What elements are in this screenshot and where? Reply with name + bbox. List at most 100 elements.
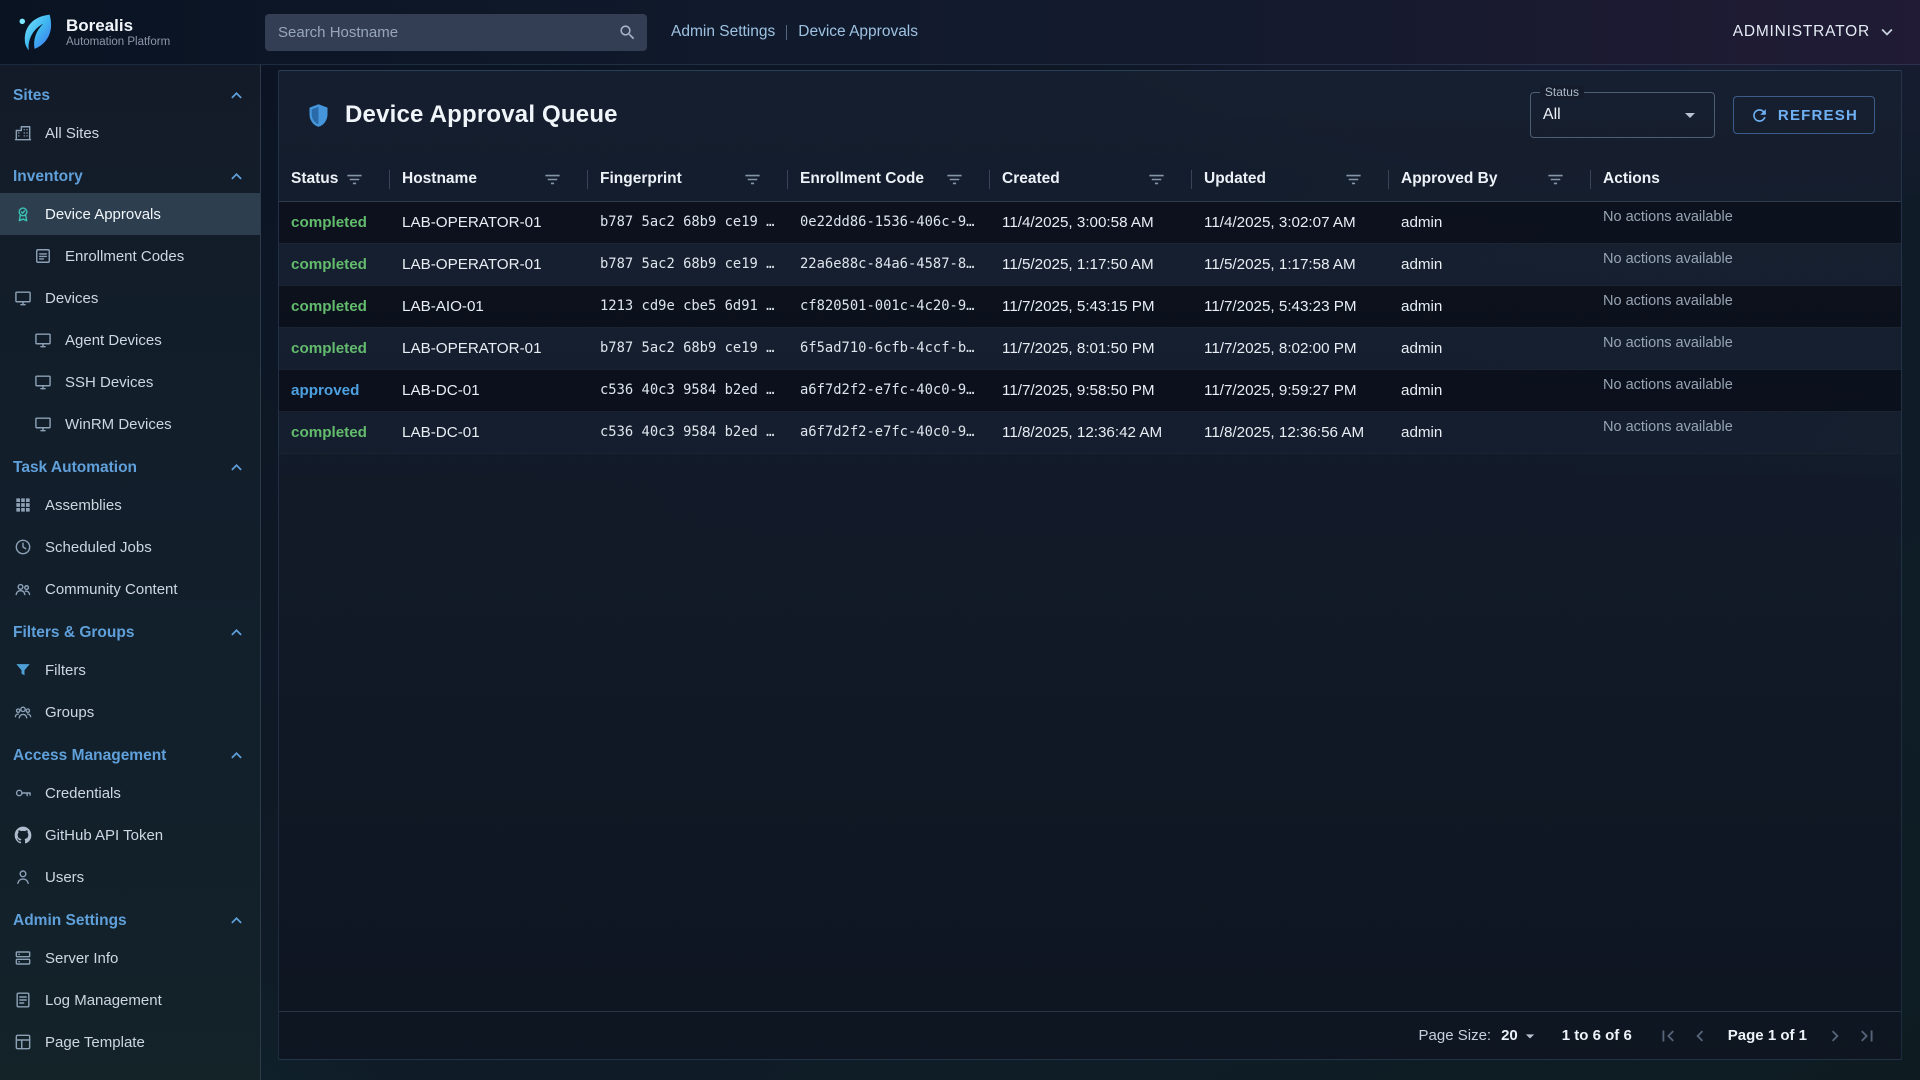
pagination-bar: Page Size: 20 1 to 6 of 6 Page 1 of 1 [279,1011,1901,1059]
people-icon [13,579,33,599]
cell-actions: No actions available [1591,243,1901,285]
last-page-button[interactable] [1853,1022,1881,1050]
sidebar-item-enrollment-codes[interactable]: Enrollment Codes [0,235,260,277]
groups-icon [13,702,33,722]
filter-icon[interactable] [345,170,364,189]
cell-actions: No actions available [1591,411,1901,453]
section-label: Task Automation [13,459,137,477]
brand-subtitle: Automation Platform [66,36,170,48]
sidebar-item-filters[interactable]: Filters [0,649,260,691]
chevron-up-icon [226,166,247,187]
sidebar-item-label: Scheduled Jobs [45,539,152,556]
column-header-hostname[interactable]: Hostname [390,158,588,201]
sidebar-item-log-management[interactable]: Log Management [0,979,260,1021]
sidebar-item-scheduled-jobs[interactable]: Scheduled Jobs [0,526,260,568]
cell-updated: 11/7/2025, 8:02:00 PM [1192,327,1389,369]
sidebar-item-ssh-devices[interactable]: SSH Devices [0,361,260,403]
chevron-up-icon [226,457,247,478]
cell-status: completed [279,285,390,327]
breadcrumb-device-approvals[interactable]: Device Approvals [798,23,918,41]
user-menu-button[interactable]: ADMINISTRATOR [1733,21,1898,43]
section-label: Sites [13,87,50,105]
column-header-updated[interactable]: Updated [1192,158,1389,201]
cell-enrollment-code: 6f5ad710-6cfb-4ccf-b… [788,327,990,369]
search-icon[interactable] [618,23,637,42]
filter-icon[interactable] [1546,170,1565,189]
sidebar-item-github-api-token[interactable]: GitHub API Token [0,814,260,856]
cell-fingerprint: b787 5ac2 68b9 ce19 … [588,327,788,369]
sidebar-section-admin-settings[interactable]: Admin Settings [0,901,260,937]
caret-down-icon [1520,1026,1540,1046]
table-row[interactable]: completed LAB-DC-01 c536 40c3 9584 b2ed … [279,411,1901,453]
refresh-button[interactable]: REFRESH [1733,96,1875,134]
cell-actions: No actions available [1591,285,1901,327]
breadcrumb: Admin Settings Device Approvals [671,23,918,41]
sidebar-item-device-approvals[interactable]: Device Approvals [0,193,260,235]
previous-page-button[interactable] [1686,1022,1714,1050]
sidebar: Sites All Sites Inventory Device Approva… [0,65,261,1080]
table-row[interactable]: completed LAB-OPERATOR-01 b787 5ac2 68b9… [279,243,1901,285]
cell-created: 11/8/2025, 12:36:42 AM [990,411,1192,453]
cell-approved-by: admin [1389,411,1591,453]
cell-fingerprint: b787 5ac2 68b9 ce19 … [588,243,788,285]
cell-updated: 11/7/2025, 5:43:23 PM [1192,285,1389,327]
app-root: Borealis Automation Platform Admin Setti… [0,0,1920,1080]
table-row[interactable]: completed LAB-OPERATOR-01 b787 5ac2 68b9… [279,201,1901,243]
filter-icon[interactable] [1147,170,1166,189]
cell-fingerprint: c536 40c3 9584 b2ed … [588,369,788,411]
sidebar-item-label: Enrollment Codes [65,248,184,265]
next-page-button[interactable] [1821,1022,1849,1050]
filter-icon[interactable] [945,170,964,189]
monitor-icon [33,414,53,434]
breadcrumb-admin-settings[interactable]: Admin Settings [671,23,775,41]
sidebar-section-access-management[interactable]: Access Management [0,736,260,772]
table-row[interactable]: approved LAB-DC-01 c536 40c3 9584 b2ed …… [279,369,1901,411]
device-approval-panel: Device Approval Queue Status All REFRESH [278,70,1902,1060]
cell-hostname: LAB-OPERATOR-01 [390,201,588,243]
page-size-select[interactable]: 20 [1501,1026,1540,1046]
column-header-approved-by[interactable]: Approved By [1389,158,1591,201]
topbar: Borealis Automation Platform Admin Setti… [0,0,1920,65]
sidebar-section-sites[interactable]: Sites [0,76,260,112]
cell-status: completed [279,243,390,285]
table-row[interactable]: completed LAB-OPERATOR-01 b787 5ac2 68b9… [279,327,1901,369]
chevron-up-icon [226,910,247,931]
column-header-status[interactable]: Status [279,158,390,201]
sidebar-item-label: Log Management [45,992,162,1009]
monitor-icon [13,288,33,308]
refresh-icon [1750,106,1769,125]
sidebar-section-filters-groups[interactable]: Filters & Groups [0,613,260,649]
first-page-button[interactable] [1654,1022,1682,1050]
sidebar-item-label: Community Content [45,581,178,598]
sidebar-item-all-sites[interactable]: All Sites [0,112,260,154]
sidebar-item-credentials[interactable]: Credentials [0,772,260,814]
filter-icon[interactable] [1344,170,1363,189]
search-input[interactable] [265,14,647,51]
cell-hostname: LAB-OPERATOR-01 [390,327,588,369]
column-header-created[interactable]: Created [990,158,1192,201]
sidebar-item-agent-devices[interactable]: Agent Devices [0,319,260,361]
cell-updated: 11/7/2025, 9:59:27 PM [1192,369,1389,411]
sidebar-item-winrm-devices[interactable]: WinRM Devices [0,403,260,445]
table-row[interactable]: completed LAB-AIO-01 1213 cd9e cbe5 6d91… [279,285,1901,327]
sidebar-item-server-info[interactable]: Server Info [0,937,260,979]
chevron-up-icon [226,85,247,106]
cell-approved-by: admin [1389,285,1591,327]
filter-icon[interactable] [543,170,562,189]
sidebar-section-task-automation[interactable]: Task Automation [0,448,260,484]
sidebar-item-devices[interactable]: Devices [0,277,260,319]
cell-hostname: LAB-DC-01 [390,411,588,453]
sidebar-item-assemblies[interactable]: Assemblies [0,484,260,526]
filter-icon[interactable] [743,170,762,189]
sidebar-item-page-template[interactable]: Page Template [0,1021,260,1063]
status-filter-select[interactable]: Status All [1530,92,1715,138]
column-header-fingerprint[interactable]: Fingerprint [588,158,788,201]
sidebar-item-label: GitHub API Token [45,827,163,844]
section-label: Filters & Groups [13,624,134,642]
column-header-enrollment-code[interactable]: Enrollment Code [788,158,990,201]
sidebar-item-label: Device Approvals [45,206,161,223]
sidebar-item-community-content[interactable]: Community Content [0,568,260,610]
sidebar-section-inventory[interactable]: Inventory [0,157,260,193]
sidebar-item-users[interactable]: Users [0,856,260,898]
sidebar-item-groups[interactable]: Groups [0,691,260,733]
